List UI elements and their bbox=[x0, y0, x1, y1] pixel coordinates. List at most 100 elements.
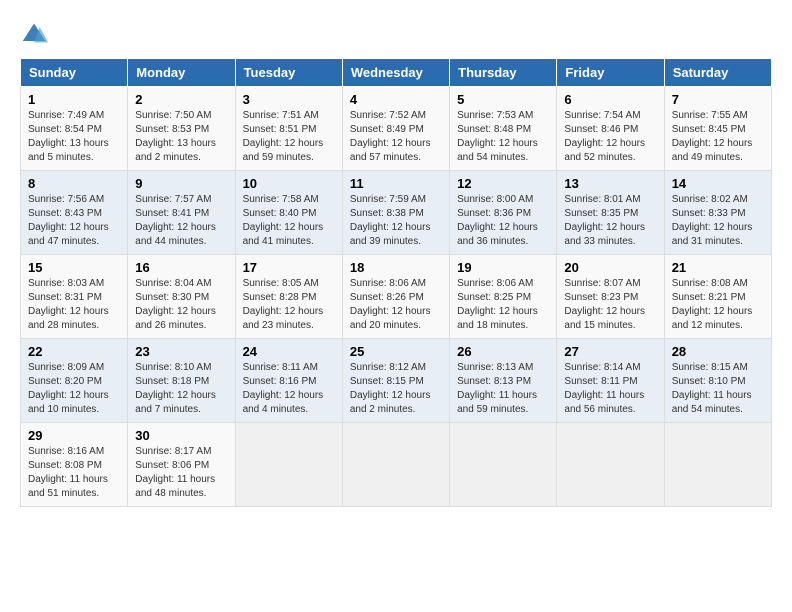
table-row: 3 Sunrise: 7:51 AMSunset: 8:51 PMDaylight… bbox=[235, 87, 342, 171]
day-info: Sunrise: 8:06 AMSunset: 8:26 PMDaylight:… bbox=[350, 277, 442, 333]
day-number: 11 bbox=[350, 176, 442, 191]
day-number: 22 bbox=[28, 344, 120, 359]
day-info: Sunrise: 7:55 AMSunset: 8:45 PMDaylight:… bbox=[672, 109, 764, 165]
day-info: Sunrise: 7:54 AMSunset: 8:46 PMDaylight:… bbox=[564, 109, 656, 165]
table-row: 20Sunrise: 8:07 AMSunset: 8:23 PMDayligh… bbox=[557, 255, 664, 339]
day-number: 25 bbox=[350, 344, 442, 359]
table-row: 10 Sunrise: 7:58 AMSunset: 8:40 PMDayligh… bbox=[235, 171, 342, 255]
day-number: 27 bbox=[564, 344, 656, 359]
day-number: 1 bbox=[28, 92, 120, 107]
day-info: Sunrise: 7:57 AMSunset: 8:41 PMDaylight:… bbox=[135, 193, 227, 249]
day-info: Sunrise: 8:08 AMSunset: 8:21 PMDaylight:… bbox=[672, 277, 764, 333]
day-number: 8 bbox=[28, 176, 120, 191]
table-row: 23Sunrise: 8:10 AMSunset: 8:18 PMDayligh… bbox=[128, 339, 235, 423]
table-row: 14 Sunrise: 8:02 AMSunset: 8:33 PMDayligh… bbox=[664, 171, 771, 255]
day-info: Sunrise: 8:01 AMSunset: 8:35 PMDaylight:… bbox=[564, 193, 656, 249]
table-row: 17 Sunrise: 8:05 AMSunset: 8:28 PMDayligh… bbox=[235, 255, 342, 339]
table-row: 21 Sunrise: 8:08 AMSunset: 8:21 PMDayligh… bbox=[664, 255, 771, 339]
day-number: 19 bbox=[457, 260, 549, 275]
day-number: 26 bbox=[457, 344, 549, 359]
day-number: 21 bbox=[672, 260, 764, 275]
day-info: Sunrise: 7:59 AMSunset: 8:38 PMDaylight:… bbox=[350, 193, 442, 249]
day-number: 23 bbox=[135, 344, 227, 359]
table-row: 19 Sunrise: 8:06 AMSunset: 8:25 PMDayligh… bbox=[450, 255, 557, 339]
day-number: 9 bbox=[135, 176, 227, 191]
table-row: 25Sunrise: 8:12 AMSunset: 8:15 PMDayligh… bbox=[342, 339, 449, 423]
day-info: Sunrise: 8:15 AMSunset: 8:10 PMDaylight:… bbox=[672, 361, 764, 417]
header-tuesday: Tuesday bbox=[235, 59, 342, 87]
day-number: 10 bbox=[243, 176, 335, 191]
logo bbox=[20, 20, 52, 48]
day-number: 17 bbox=[243, 260, 335, 275]
table-row bbox=[342, 423, 449, 507]
table-row bbox=[450, 423, 557, 507]
logo-icon bbox=[20, 20, 48, 48]
table-row: 15 Sunrise: 8:03 AMSunset: 8:31 PMDayligh… bbox=[21, 255, 128, 339]
week-row-4: 22 Sunrise: 8:09 AMSunset: 8:20 PMDayligh… bbox=[21, 339, 772, 423]
header-monday: Monday bbox=[128, 59, 235, 87]
day-info: Sunrise: 7:53 AMSunset: 8:48 PMDaylight:… bbox=[457, 109, 549, 165]
table-row: 1 Sunrise: 7:49 AMSunset: 8:54 PMDaylight… bbox=[21, 87, 128, 171]
table-row: 29 Sunrise: 8:16 AMSunset: 8:08 PMDayligh… bbox=[21, 423, 128, 507]
day-info: Sunrise: 7:52 AMSunset: 8:49 PMDaylight:… bbox=[350, 109, 442, 165]
week-row-5: 29 Sunrise: 8:16 AMSunset: 8:08 PMDayligh… bbox=[21, 423, 772, 507]
table-row bbox=[557, 423, 664, 507]
day-number: 4 bbox=[350, 92, 442, 107]
day-info: Sunrise: 7:50 AMSunset: 8:53 PMDaylight:… bbox=[135, 109, 227, 165]
table-row: 2 Sunrise: 7:50 AMSunset: 8:53 PMDaylight… bbox=[128, 87, 235, 171]
day-info: Sunrise: 8:05 AMSunset: 8:28 PMDaylight:… bbox=[243, 277, 335, 333]
day-info: Sunrise: 8:13 AMSunset: 8:13 PMDaylight:… bbox=[457, 361, 549, 417]
day-number: 28 bbox=[672, 344, 764, 359]
day-number: 6 bbox=[564, 92, 656, 107]
week-row-1: 1 Sunrise: 7:49 AMSunset: 8:54 PMDaylight… bbox=[21, 87, 772, 171]
day-number: 18 bbox=[350, 260, 442, 275]
table-row: 27 Sunrise: 8:14 AMSunset: 8:11 PMDayligh… bbox=[557, 339, 664, 423]
header-saturday: Saturday bbox=[664, 59, 771, 87]
page-header bbox=[20, 20, 772, 48]
day-info: Sunrise: 7:51 AMSunset: 8:51 PMDaylight:… bbox=[243, 109, 335, 165]
day-info: Sunrise: 8:09 AMSunset: 8:20 PMDaylight:… bbox=[28, 361, 120, 417]
day-number: 15 bbox=[28, 260, 120, 275]
day-number: 5 bbox=[457, 92, 549, 107]
table-row: 5 Sunrise: 7:53 AMSunset: 8:48 PMDaylight… bbox=[450, 87, 557, 171]
day-info: Sunrise: 7:49 AMSunset: 8:54 PMDaylight:… bbox=[28, 109, 120, 165]
day-info: Sunrise: 7:56 AMSunset: 8:43 PMDaylight:… bbox=[28, 193, 120, 249]
table-row: 6 Sunrise: 7:54 AMSunset: 8:46 PMDaylight… bbox=[557, 87, 664, 171]
day-number: 16 bbox=[135, 260, 227, 275]
table-row: 28 Sunrise: 8:15 AMSunset: 8:10 PMDayligh… bbox=[664, 339, 771, 423]
header-wednesday: Wednesday bbox=[342, 59, 449, 87]
day-number: 24 bbox=[243, 344, 335, 359]
week-row-2: 8 Sunrise: 7:56 AMSunset: 8:43 PMDaylight… bbox=[21, 171, 772, 255]
table-row: 16Sunrise: 8:04 AMSunset: 8:30 PMDayligh… bbox=[128, 255, 235, 339]
day-info: Sunrise: 8:03 AMSunset: 8:31 PMDaylight:… bbox=[28, 277, 120, 333]
calendar-table: SundayMondayTuesdayWednesdayThursdayFrid… bbox=[20, 58, 772, 507]
table-row: 12Sunrise: 8:00 AMSunset: 8:36 PMDayligh… bbox=[450, 171, 557, 255]
day-number: 29 bbox=[28, 428, 120, 443]
table-row: 22 Sunrise: 8:09 AMSunset: 8:20 PMDayligh… bbox=[21, 339, 128, 423]
table-row: 8 Sunrise: 7:56 AMSunset: 8:43 PMDaylight… bbox=[21, 171, 128, 255]
day-info: Sunrise: 8:14 AMSunset: 8:11 PMDaylight:… bbox=[564, 361, 656, 417]
table-row bbox=[235, 423, 342, 507]
day-info: Sunrise: 7:58 AMSunset: 8:40 PMDaylight:… bbox=[243, 193, 335, 249]
day-number: 12 bbox=[457, 176, 549, 191]
table-row: 11 Sunrise: 7:59 AMSunset: 8:38 PMDayligh… bbox=[342, 171, 449, 255]
header-thursday: Thursday bbox=[450, 59, 557, 87]
table-row: 26 Sunrise: 8:13 AMSunset: 8:13 PMDayligh… bbox=[450, 339, 557, 423]
day-number: 2 bbox=[135, 92, 227, 107]
header-friday: Friday bbox=[557, 59, 664, 87]
day-number: 30 bbox=[135, 428, 227, 443]
day-number: 3 bbox=[243, 92, 335, 107]
header-sunday: Sunday bbox=[21, 59, 128, 87]
week-row-3: 15 Sunrise: 8:03 AMSunset: 8:31 PMDayligh… bbox=[21, 255, 772, 339]
day-info: Sunrise: 8:02 AMSunset: 8:33 PMDaylight:… bbox=[672, 193, 764, 249]
day-number: 13 bbox=[564, 176, 656, 191]
table-row: 9 Sunrise: 7:57 AMSunset: 8:41 PMDaylight… bbox=[128, 171, 235, 255]
table-row: 18 Sunrise: 8:06 AMSunset: 8:26 PMDayligh… bbox=[342, 255, 449, 339]
day-info: Sunrise: 8:07 AMSunset: 8:23 PMDaylight:… bbox=[564, 277, 656, 333]
day-info: Sunrise: 8:16 AMSunset: 8:08 PMDaylight:… bbox=[28, 445, 120, 501]
calendar-header-row: SundayMondayTuesdayWednesdayThursdayFrid… bbox=[21, 59, 772, 87]
table-row: 7Sunrise: 7:55 AMSunset: 8:45 PMDaylight… bbox=[664, 87, 771, 171]
day-number: 14 bbox=[672, 176, 764, 191]
table-row: 4 Sunrise: 7:52 AMSunset: 8:49 PMDaylight… bbox=[342, 87, 449, 171]
day-info: Sunrise: 8:06 AMSunset: 8:25 PMDaylight:… bbox=[457, 277, 549, 333]
